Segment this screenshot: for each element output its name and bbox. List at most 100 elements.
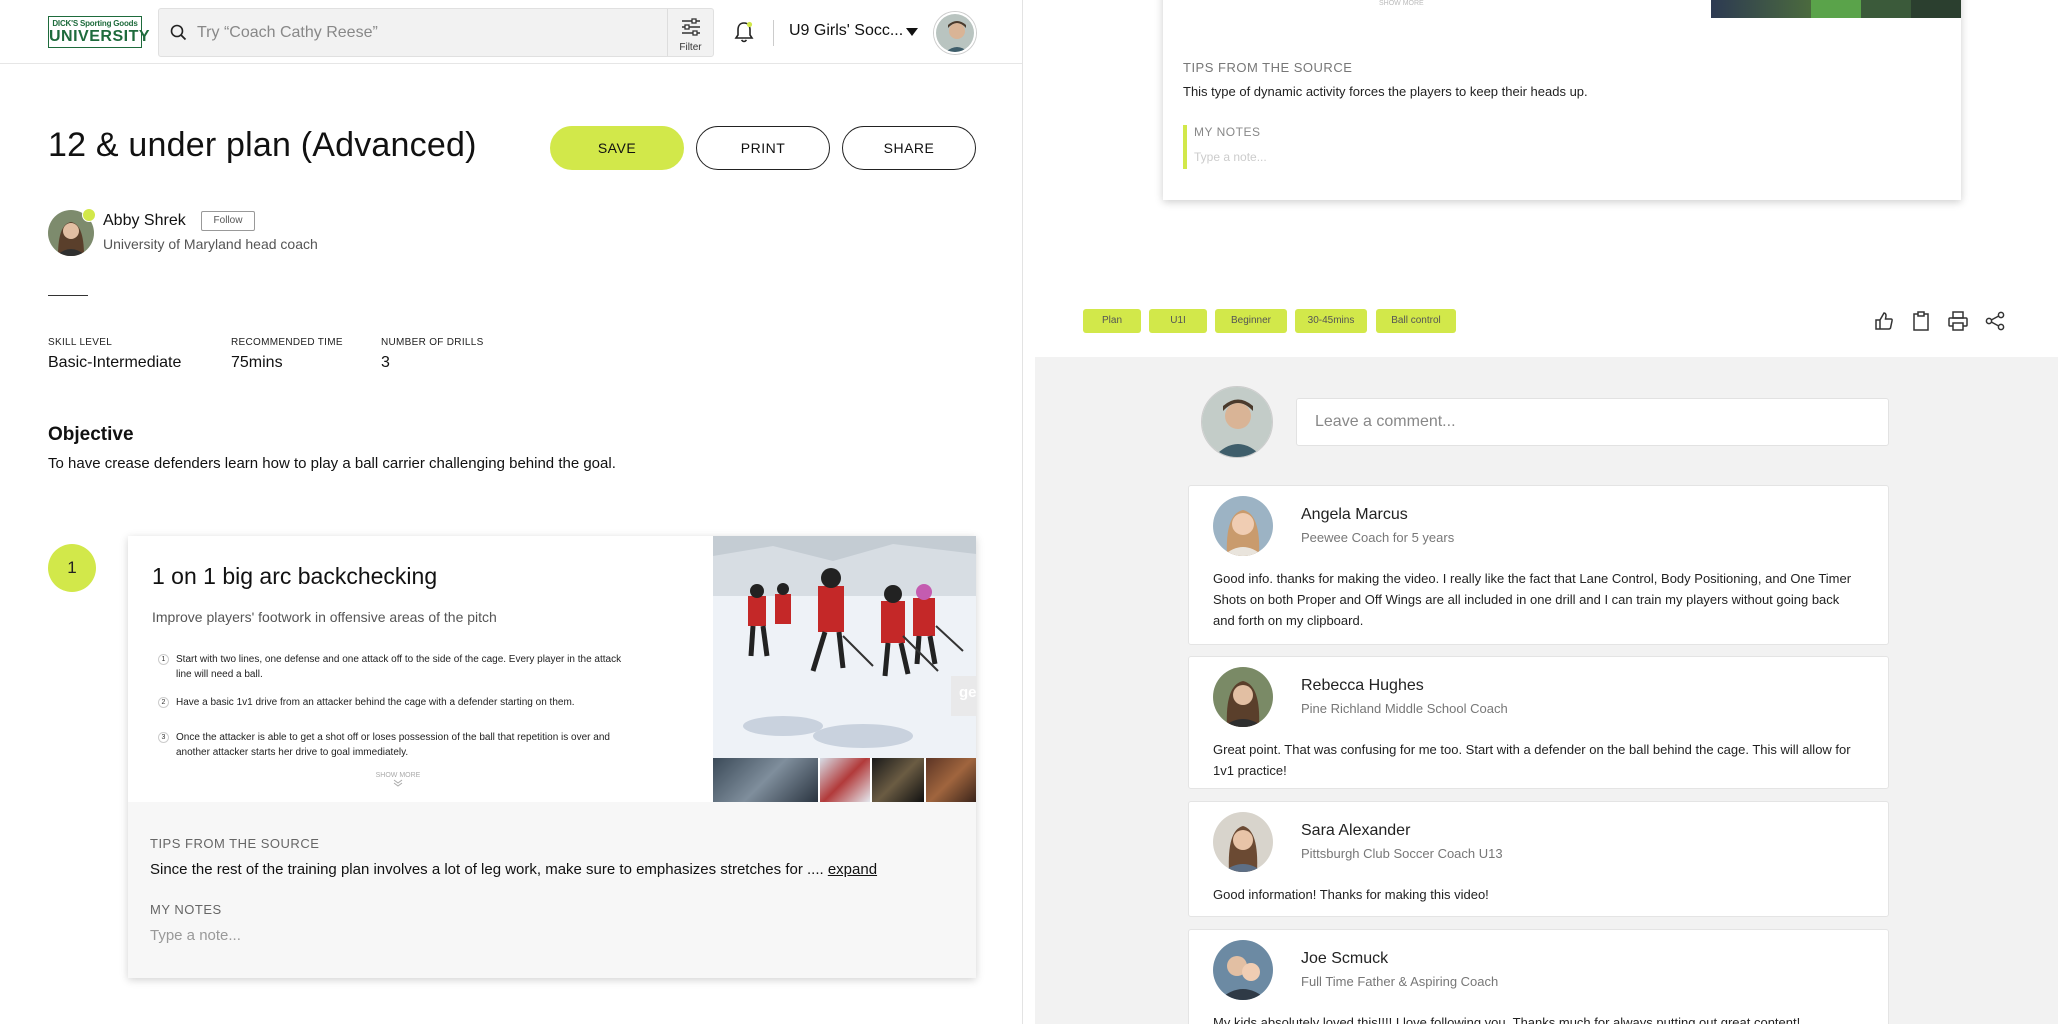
skill-level-value: Basic-Intermediate [48, 354, 182, 371]
tag-chip[interactable]: 30-45mins [1295, 309, 1367, 333]
commenter-name[interactable]: Sara Alexander [1301, 822, 1410, 840]
drill-subtitle: Improve players' footwork in offensive a… [152, 609, 497, 625]
divider [48, 295, 88, 296]
list-item: 1 Start with two lines, one defense and … [158, 652, 630, 682]
notification-bell-icon[interactable] [733, 20, 755, 44]
commenter-avatar[interactable] [1213, 940, 1273, 1000]
team-selector[interactable]: U9 Girls' Socc... [789, 22, 903, 40]
show-more-toggle[interactable]: SHOW MORE [368, 772, 428, 789]
filter-sliders-icon [681, 18, 700, 36]
tips-label: TIPS FROM THE SOURCE [1183, 60, 1353, 75]
chevron-down-icon[interactable] [906, 28, 918, 36]
print-button[interactable]: PRINT [696, 126, 830, 170]
drill-thumbnails [1711, 0, 1961, 18]
commenter-avatar[interactable] [1213, 667, 1273, 727]
video-thumbnail[interactable] [1911, 0, 1961, 18]
search-icon [170, 24, 187, 41]
drill-card-footer-area: SHOW MORE TIPS FROM THE SOURCE This type… [1035, 0, 2058, 357]
step-number: 3 [158, 732, 169, 743]
comment-text: Good info. thanks for making the video. … [1213, 571, 1852, 628]
logo-line1: DICK'S Sporting Goods [52, 19, 138, 28]
commenter-role: Full Time Father & Aspiring Coach [1301, 974, 1499, 989]
video-thumbnail[interactable] [926, 758, 976, 802]
drill-number-badge: 1 [48, 544, 96, 592]
step-number: 1 [158, 654, 169, 665]
tips-body: Since the rest of the training plan invo… [150, 861, 824, 878]
commenter-avatar[interactable] [1213, 496, 1273, 556]
step-text: Once the attacker is able to get a shot … [176, 732, 610, 758]
chevron-down-icon [393, 779, 403, 787]
search-bar: Filter [158, 8, 714, 57]
verified-badge-icon [82, 208, 96, 222]
university-logo[interactable]: DICK'S Sporting Goods UNIVERSITY [48, 16, 151, 48]
logo-line2: UNIVERSITY [49, 28, 151, 45]
comment-card: Angela Marcus Peewee Coach for 5 years G… [1188, 485, 1889, 645]
drill-main-image[interactable]: ge [713, 536, 976, 758]
drill-card: SHOW MORE TIPS FROM THE SOURCE This type… [1163, 0, 1961, 200]
video-thumbnail[interactable] [713, 758, 818, 802]
commenter-role: Pittsburgh Club Soccer Coach U13 [1301, 846, 1503, 861]
video-thumbnail[interactable] [1861, 0, 1911, 18]
user-avatar[interactable] [934, 12, 976, 54]
filter-button[interactable]: Filter [667, 9, 713, 56]
commenter-name[interactable]: Rebecca Hughes [1301, 677, 1424, 695]
tag-chip[interactable]: Beginner [1215, 309, 1287, 333]
list-item: 3 Once the attacker is able to get a sho… [158, 730, 630, 760]
show-more-toggle[interactable]: SHOW MORE [1379, 0, 1424, 7]
video-thumbnail[interactable] [872, 758, 924, 802]
follow-button[interactable]: Follow [201, 211, 255, 231]
comment-card: Rebecca Hughes Pine Richland Middle Scho… [1188, 656, 1889, 789]
search-input[interactable] [191, 17, 651, 49]
tag-chip[interactable]: Plan [1083, 309, 1141, 333]
header-divider [773, 20, 774, 46]
share-icon[interactable] [1984, 310, 2006, 332]
tips-label: TIPS FROM THE SOURCE [150, 836, 320, 851]
comment-text: Good information! Thanks for making this… [1213, 887, 1489, 902]
drill-tips-section [128, 802, 976, 978]
commenter-name[interactable]: Angela Marcus [1301, 506, 1408, 524]
recommended-time-label: RECOMMENDED TIME [231, 337, 343, 348]
video-thumbnail[interactable] [820, 758, 870, 802]
tips-text: This type of dynamic activity forces the… [1183, 84, 1588, 99]
print-icon[interactable] [1947, 310, 1969, 332]
video-thumbnail[interactable] [1811, 0, 1861, 18]
comment-text: Great point. That was confusing for me t… [1213, 742, 1851, 778]
my-notes-input[interactable] [150, 923, 750, 947]
notes-accent-bar [1183, 125, 1187, 169]
commenter-name[interactable]: Joe Scmuck [1301, 950, 1388, 968]
plan-title: 12 & under plan (Advanced) [48, 126, 477, 164]
step-number: 2 [158, 697, 169, 708]
drill-card: 1 on 1 big arc backchecking Improve play… [128, 536, 976, 978]
commenter-role: Pine Richland Middle School Coach [1301, 701, 1508, 716]
save-button[interactable]: SAVE [550, 126, 684, 170]
tips-text: Since the rest of the training plan invo… [150, 861, 877, 878]
step-text: Start with two lines, one defense and on… [176, 654, 622, 680]
video-thumbnail[interactable] [1711, 0, 1811, 18]
my-notes-label: MY NOTES [1194, 125, 1261, 139]
comment-input[interactable] [1296, 398, 1889, 446]
my-notes-input[interactable]: Type a note... [1194, 150, 1267, 164]
commenter-role: Peewee Coach for 5 years [1301, 530, 1455, 545]
skill-level-label: SKILL LEVEL [48, 337, 113, 348]
objective-text: To have crease defenders learn how to pl… [48, 455, 616, 472]
drill-steps-list: 1 Start with two lines, one defense and … [158, 652, 630, 773]
image-overlay-text: ge [959, 684, 976, 701]
thumbs-up-icon[interactable] [1873, 310, 1895, 332]
number-of-drills-label: NUMBER OF DRILLS [381, 337, 484, 348]
my-notes-label: MY NOTES [150, 902, 222, 917]
share-button[interactable]: SHARE [842, 126, 976, 170]
current-user-avatar [1201, 386, 1273, 458]
author-name[interactable]: Abby Shrek [103, 212, 186, 230]
plan-comments-panel: SHOW MORE TIPS FROM THE SOURCE This type… [1035, 0, 2058, 1024]
commenter-avatar[interactable] [1213, 812, 1273, 872]
author-role: University of Maryland head coach [103, 236, 318, 252]
drill-title[interactable]: 1 on 1 big arc backchecking [152, 563, 437, 590]
step-text: Have a basic 1v1 drive from an attacker … [176, 697, 575, 708]
expand-link[interactable]: expand [828, 861, 877, 878]
tag-chip[interactable]: U1I [1149, 309, 1207, 333]
tag-chip[interactable]: Ball control [1376, 309, 1456, 333]
plan-detail-panel: DICK'S Sporting Goods UNIVERSITY Filter [0, 0, 1023, 1024]
drill-thumbnails [713, 758, 976, 802]
clipboard-icon[interactable] [1910, 310, 1932, 332]
comment-card: Sara Alexander Pittsburgh Club Soccer Co… [1188, 801, 1889, 917]
